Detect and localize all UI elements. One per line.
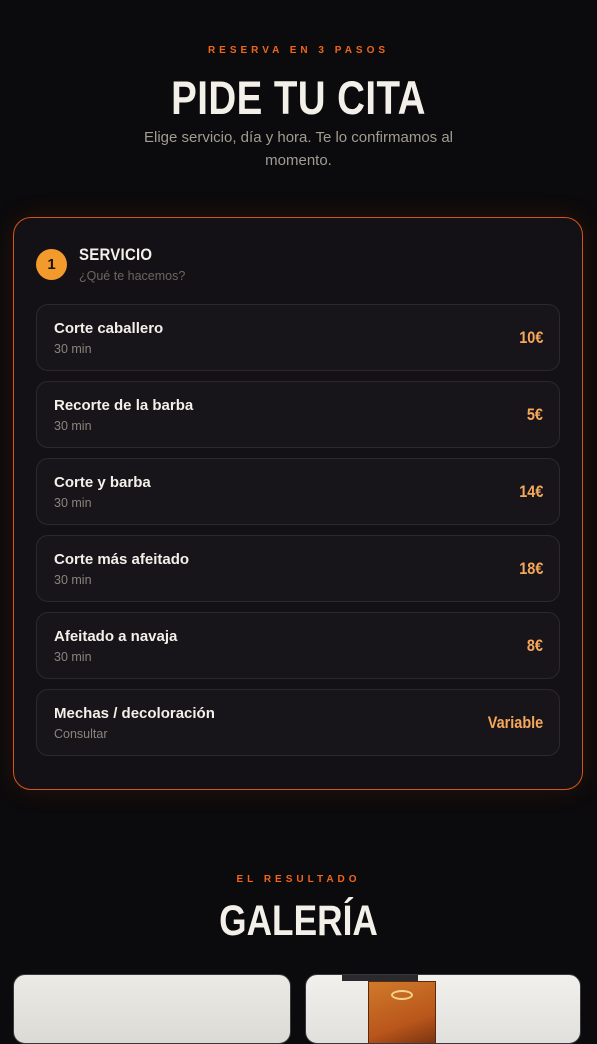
service-duration: 30 min bbox=[54, 573, 92, 587]
step-subtitle: ¿Qué te hacemos? bbox=[79, 269, 186, 283]
service-name: Corte y barba bbox=[54, 474, 151, 491]
service-option-corte-y-barba[interactable]: Corte y barba 30 min 14€ bbox=[36, 458, 560, 525]
booking-card: 1 SERVICIO ¿Qué te hacemos? Corte caball… bbox=[13, 217, 583, 790]
service-duration: Consultar bbox=[54, 727, 108, 741]
service-name: Corte caballero bbox=[54, 320, 164, 337]
poster-clip bbox=[342, 975, 418, 981]
booking-eyebrow: RESERVA EN 3 PASOS bbox=[207, 45, 390, 56]
halo-graphic bbox=[391, 990, 413, 1000]
service-option-corte-mas-afeitado[interactable]: Corte más afeitado 30 min 18€ bbox=[36, 535, 560, 602]
service-duration: 30 min bbox=[54, 342, 92, 356]
service-duration: 30 min bbox=[54, 419, 92, 433]
service-name: Afeitado a navaja bbox=[54, 628, 178, 645]
service-option-mechas-decoloracion[interactable]: Mechas / decoloración Consultar Variable bbox=[36, 689, 560, 756]
service-list: Corte caballero 30 min 10€ Recorte de la… bbox=[36, 304, 560, 766]
service-duration: 30 min bbox=[54, 496, 92, 510]
service-price: Variable bbox=[487, 713, 543, 732]
service-price: 10€ bbox=[518, 328, 543, 347]
service-price: 5€ bbox=[526, 405, 543, 424]
step-title: SERVICIO bbox=[79, 245, 153, 264]
service-price: 18€ bbox=[518, 559, 543, 578]
gallery-eyebrow: EL RESULTADO bbox=[236, 874, 361, 885]
service-name: Recorte de la barba bbox=[54, 397, 194, 414]
step-number-badge: 1 bbox=[36, 249, 67, 280]
service-option-afeitado-navaja[interactable]: Afeitado a navaja 30 min 8€ bbox=[36, 612, 560, 679]
service-duration: 30 min bbox=[54, 650, 92, 664]
service-price: 8€ bbox=[526, 636, 543, 655]
service-name: Mechas / decoloración bbox=[54, 705, 215, 722]
gallery-title: GALERÍA bbox=[219, 897, 378, 945]
gallery-photo[interactable] bbox=[13, 974, 291, 1044]
service-option-corte-caballero[interactable]: Corte caballero 30 min 10€ bbox=[36, 304, 560, 371]
service-option-recorte-barba[interactable]: Recorte de la barba 30 min 5€ bbox=[36, 381, 560, 448]
booking-title: PIDE TU CITA bbox=[171, 71, 426, 124]
poster-image bbox=[368, 981, 436, 1043]
booking-subtitle: Elige servicio, día y hora. Te lo confir… bbox=[143, 129, 454, 169]
gallery-photo[interactable] bbox=[305, 974, 581, 1044]
service-price: 14€ bbox=[518, 482, 543, 501]
service-name: Corte más afeitado bbox=[54, 551, 190, 568]
